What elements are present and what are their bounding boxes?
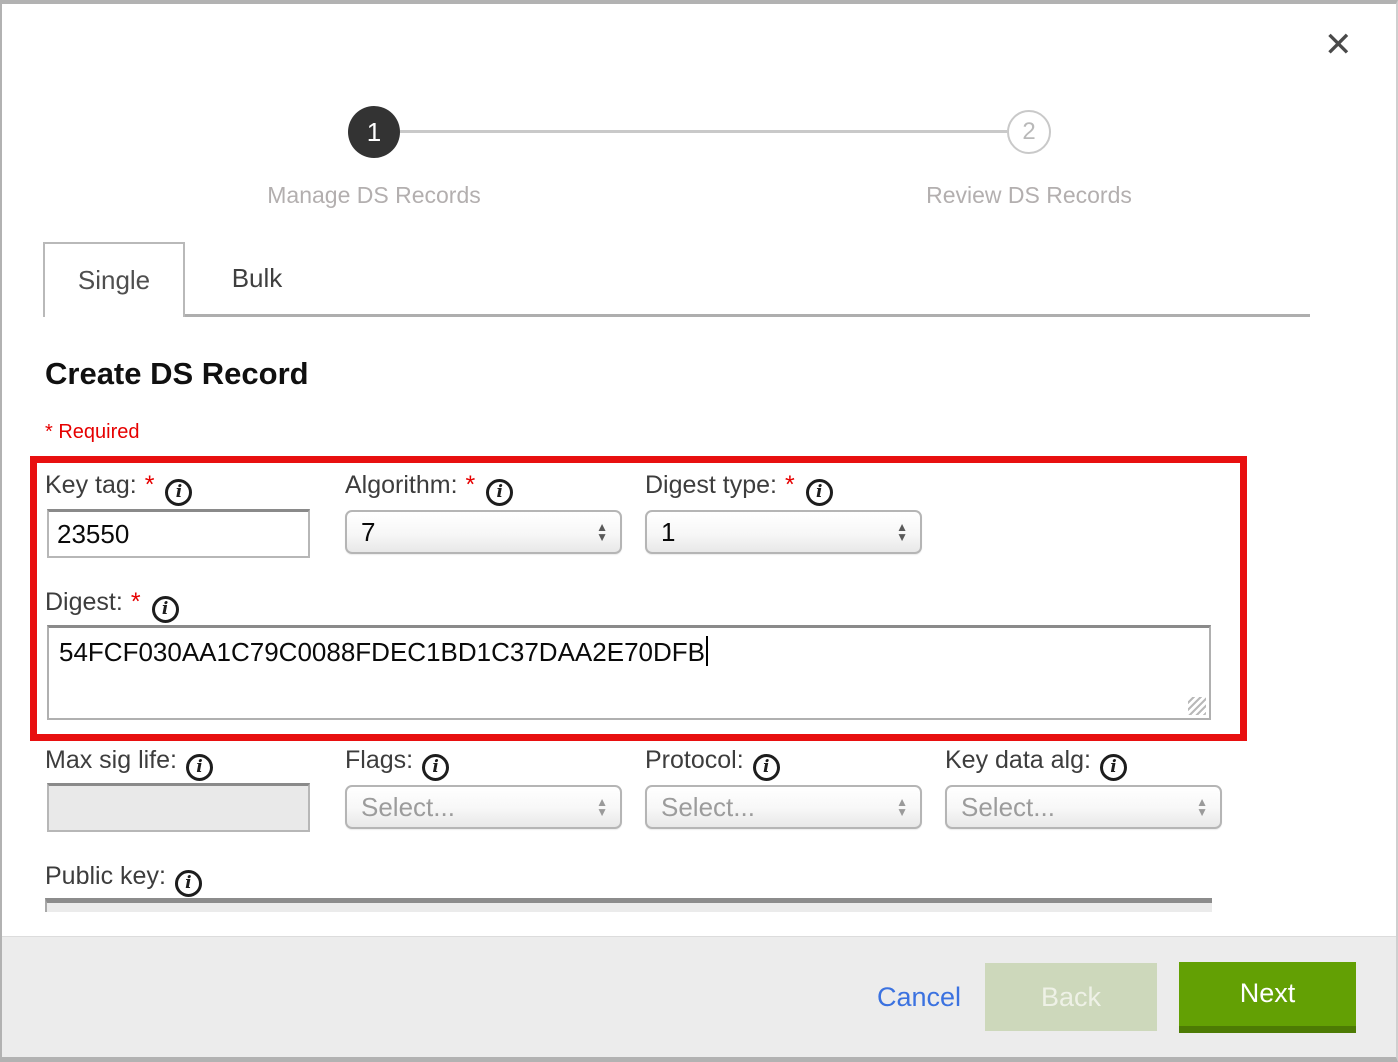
flags-select[interactable]: Select... ▲▼ [345,785,622,829]
protocol-selected-value: Select... [661,792,755,823]
step-1-label: Manage DS Records [174,182,574,209]
protocol-select[interactable]: Select... ▲▼ [645,785,922,829]
select-spinner-icon: ▲▼ [596,797,608,817]
digest-type-label-text: Digest type: [645,471,777,499]
info-icon[interactable]: i [422,754,449,781]
info-icon[interactable]: i [175,870,202,897]
algorithm-selected-value: 7 [361,517,375,548]
info-icon[interactable]: i [152,596,179,623]
max-sig-life-label: Max sig life: i [45,746,213,781]
algorithm-select[interactable]: 7 ▲▼ [345,510,622,554]
info-icon[interactable]: i [753,754,780,781]
digest-type-selected-value: 1 [661,517,675,548]
digest-label: Digest: * i [45,588,179,623]
select-spinner-icon: ▲▼ [596,522,608,542]
digest-type-label: Digest type: * i [645,471,833,506]
text-cursor [706,636,708,666]
info-icon[interactable]: i [1100,754,1127,781]
digest-type-select[interactable]: 1 ▲▼ [645,510,922,554]
key-tag-input[interactable] [47,509,310,558]
key-data-alg-label-text: Key data alg: [945,746,1091,774]
protocol-label-text: Protocol: [645,746,744,774]
algorithm-label-text: Algorithm: [345,471,458,499]
key-data-alg-select[interactable]: Select... ▲▼ [945,785,1222,829]
public-key-label: Public key: i [45,862,202,897]
step-2-label: Review DS Records [829,182,1229,209]
max-sig-life-label-text: Max sig life: [45,746,177,774]
cancel-button[interactable]: Cancel [877,982,961,1013]
required-note: * Required [45,421,140,444]
resize-handle-icon[interactable] [1188,697,1206,715]
flags-label-text: Flags: [345,746,413,774]
key-data-alg-selected-value: Select... [961,792,1055,823]
footer-bar: Cancel Back Next [2,936,1396,1057]
flags-selected-value: Select... [361,792,455,823]
public-key-textarea[interactable] [45,898,1212,912]
key-tag-label: Key tag: * i [45,471,192,506]
select-spinner-icon: ▲▼ [896,522,908,542]
step-2-indicator: 2 [1007,110,1051,154]
tab-single[interactable]: Single [43,242,185,317]
algorithm-label: Algorithm: * i [345,471,513,506]
info-icon[interactable]: i [165,479,192,506]
key-data-alg-label: Key data alg: i [945,746,1127,781]
next-button[interactable]: Next [1179,962,1356,1033]
modal-dialog: ✕ 1 2 Manage DS Records Review DS Record… [0,0,1398,1062]
info-icon[interactable]: i [186,754,213,781]
required-asterisk: * [145,471,155,499]
info-icon[interactable]: i [486,479,513,506]
tab-bulk[interactable]: Bulk [185,242,329,315]
select-spinner-icon: ▲▼ [896,797,908,817]
select-spinner-icon: ▲▼ [1196,797,1208,817]
close-icon[interactable]: ✕ [1324,28,1353,62]
protocol-label: Protocol: i [645,746,780,781]
max-sig-life-input[interactable] [47,783,310,832]
digest-value: 54FCF030AA1C79C0088FDEC1BD1C37DAA2E70DFB [59,637,705,667]
public-key-label-text: Public key: [45,862,166,890]
page-title: Create DS Record [45,356,309,392]
required-asterisk: * [131,588,141,616]
digest-textarea[interactable]: 54FCF030AA1C79C0088FDEC1BD1C37DAA2E70DFB [47,625,1211,720]
info-icon[interactable]: i [806,479,833,506]
stepper-connector-line [400,130,1007,133]
key-tag-label-text: Key tag: [45,471,137,499]
tab-bar-rule [185,314,1310,317]
back-button[interactable]: Back [985,963,1157,1031]
required-asterisk: * [466,471,476,499]
flags-label: Flags: i [345,746,449,781]
step-1-indicator: 1 [348,106,400,158]
required-asterisk: * [785,471,795,499]
digest-label-text: Digest: [45,588,123,616]
